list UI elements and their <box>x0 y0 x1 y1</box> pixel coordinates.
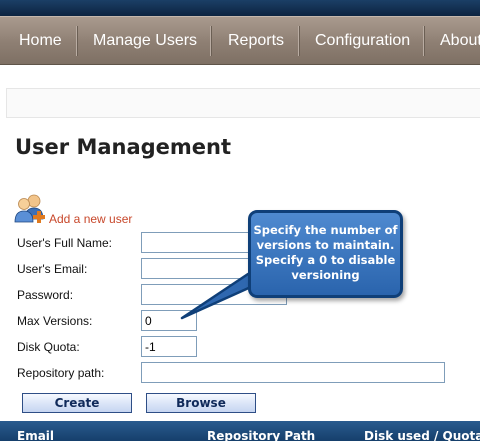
callout-text-line: versions to maintain. <box>256 238 395 252</box>
callout-text-line: Specify the number of <box>253 223 398 237</box>
callout-pointer <box>180 272 264 320</box>
max-versions-label: Max Versions: <box>17 314 93 328</box>
nav-separator <box>76 26 78 56</box>
email-label: User's Email: <box>17 262 88 276</box>
add-user-icon[interactable] <box>13 193 47 225</box>
nav-configuration[interactable]: Configuration <box>315 17 410 64</box>
full-name-label: User's Full Name: <box>17 236 112 250</box>
disk-quota-label: Disk Quota: <box>17 340 80 354</box>
nav-separator <box>423 26 425 56</box>
repository-path-field[interactable] <box>141 362 445 383</box>
top-strip <box>0 0 480 16</box>
versioning-help-callout: Specify the number of versions to mainta… <box>248 210 403 298</box>
nav-separator <box>298 26 300 56</box>
nav-about[interactable]: About <box>440 17 480 64</box>
create-button[interactable]: Create <box>22 393 132 413</box>
nav-manage-users[interactable]: Manage Users <box>93 17 197 64</box>
users-table-header: Email Repository Path Disk used / Quota <box>0 421 480 443</box>
repository-path-label: Repository path: <box>17 366 105 380</box>
nav-separator <box>210 26 212 56</box>
callout-text-line: versioning <box>291 268 360 282</box>
callout-text-line: Specify a 0 to disable <box>255 253 396 267</box>
content-header-panel <box>6 88 480 118</box>
password-label: Password: <box>17 288 74 302</box>
browse-button[interactable]: Browse <box>146 393 256 413</box>
main-navigation: Home Manage Users Reports Configuration … <box>0 16 480 65</box>
disk-quota-field[interactable] <box>141 336 197 357</box>
nav-home[interactable]: Home <box>19 17 62 64</box>
page-title: User Management <box>15 135 232 159</box>
nav-reports[interactable]: Reports <box>228 17 284 64</box>
add-new-user-link[interactable]: Add a new user <box>49 212 132 226</box>
